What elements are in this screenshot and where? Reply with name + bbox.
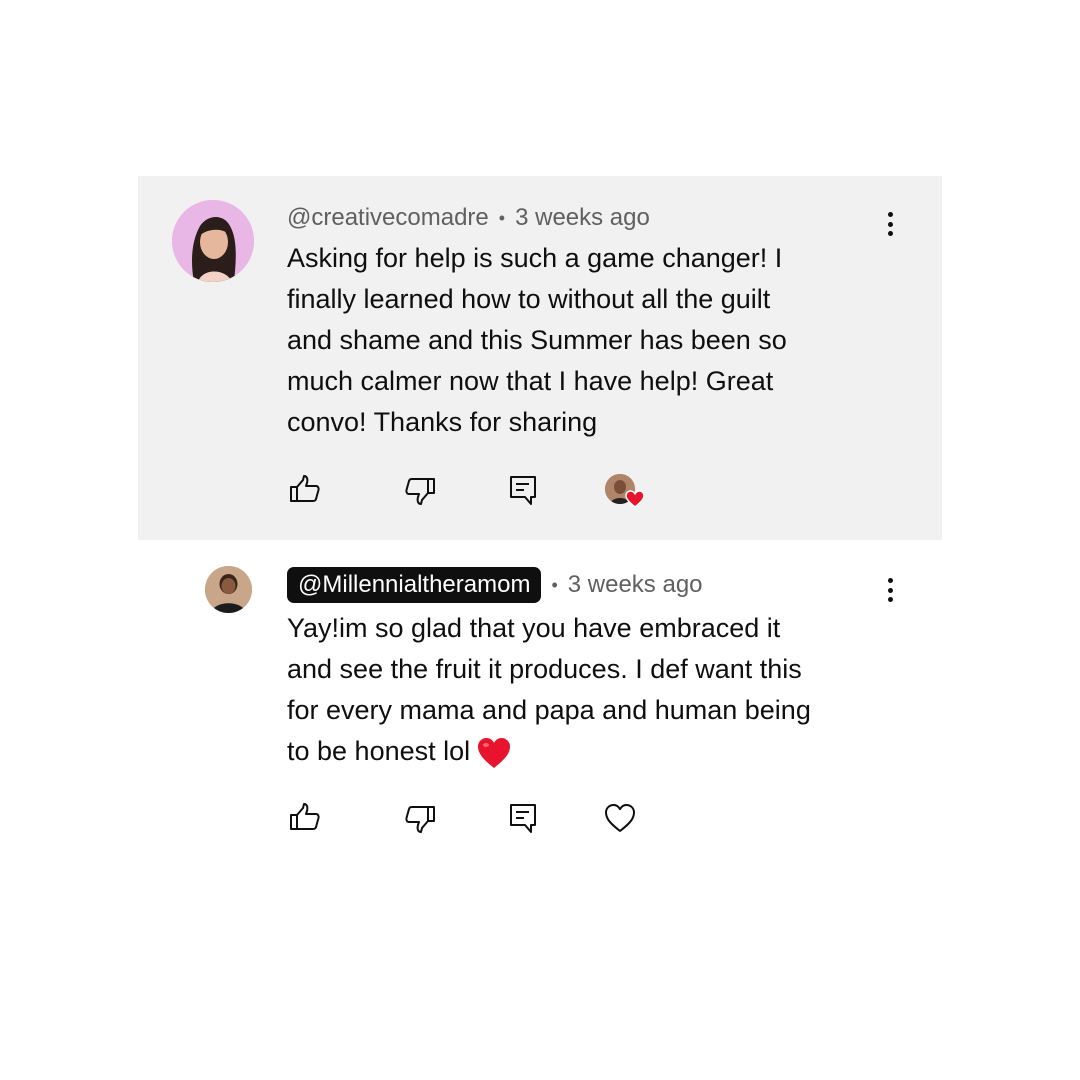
comment-line: for every mama and papa and human being	[287, 695, 811, 725]
more-vertical-icon[interactable]	[878, 574, 902, 606]
comment-text: Asking for help is such a game changer! …	[287, 238, 867, 443]
heart-outline-icon[interactable]	[602, 800, 638, 836]
comment-line: and see the fruit it produces. I def wan…	[287, 654, 802, 684]
reply-comment: @Millennialtheramom • 3 weeks ago Yay!im…	[138, 540, 942, 860]
reply-comment-icon[interactable]	[505, 472, 541, 508]
reply-comment-icon[interactable]	[505, 800, 541, 836]
thumbs-up-icon[interactable]	[287, 472, 323, 508]
comment-line: Yay!im so glad that you have embraced it	[287, 613, 781, 643]
comment-line: and shame and this Summer has been so	[287, 325, 787, 355]
meta-separator: •	[551, 574, 558, 595]
comment-meta: @Millennialtheramom • 3 weeks ago	[287, 566, 703, 604]
comment-line: convo! Thanks for sharing	[287, 407, 598, 437]
meta-separator: •	[498, 207, 506, 228]
channel-owner-badge[interactable]: @Millennialtheramom	[287, 567, 542, 603]
avatar[interactable]	[205, 566, 252, 613]
red-heart-emoji-icon	[478, 737, 511, 768]
comment-timestamp[interactable]: 3 weeks ago	[515, 204, 650, 232]
comment-line-text: to be honest lol	[287, 736, 471, 766]
comment-text: Yay!im so glad that you have embraced it…	[287, 608, 887, 772]
avatar[interactable]	[172, 200, 254, 282]
comment-actions	[287, 800, 667, 840]
comment-actions	[287, 472, 667, 512]
comment-timestamp[interactable]: 3 weeks ago	[568, 571, 703, 599]
comment-line-last: to be honest lol	[287, 731, 887, 772]
comment-author[interactable]: @creativecomadre	[287, 204, 489, 232]
comment-meta: @creativecomadre • 3 weeks ago	[287, 202, 650, 234]
thumbs-down-icon[interactable]	[402, 472, 438, 508]
thumbs-up-icon[interactable]	[287, 800, 323, 836]
highlighted-comment: @creativecomadre • 3 weeks ago Asking fo…	[138, 176, 942, 540]
thumbs-down-icon[interactable]	[402, 800, 438, 836]
comment-line: Asking for help is such a game changer! …	[287, 243, 783, 273]
comment-line: finally learned how to without all the g…	[287, 284, 771, 314]
creator-heart-badge[interactable]	[605, 474, 647, 514]
comment-line: much calmer now that I have help! Great	[287, 366, 774, 396]
more-vertical-icon[interactable]	[878, 208, 902, 240]
heart-icon	[625, 490, 645, 508]
